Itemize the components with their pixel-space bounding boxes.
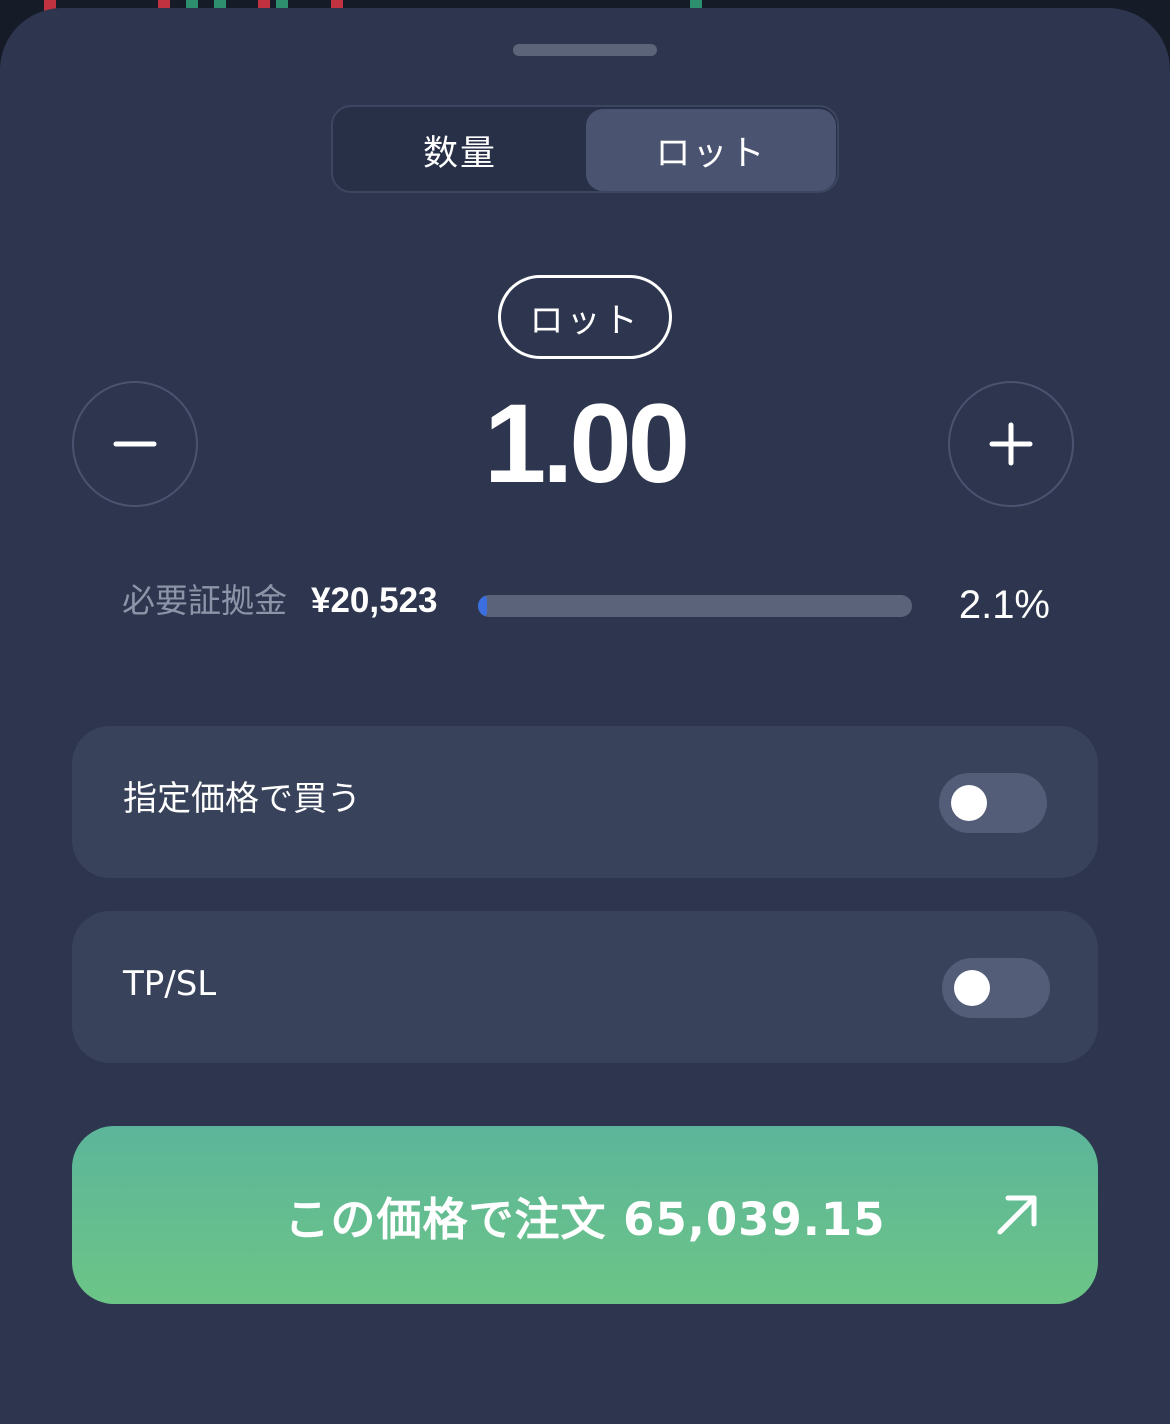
order-sheet: 数量 ロット ロット 1.00 必要証拠金 ¥20,523 2.1% 指定価格で… xyxy=(0,8,1170,1424)
place-order-button[interactable]: この価格で注文 65,039.15 xyxy=(72,1126,1098,1304)
required-margin-label: 必要証拠金 xyxy=(122,581,287,620)
unit-label-pill: ロット xyxy=(498,275,672,359)
tpsl-label: TP/SL xyxy=(123,964,217,1004)
toggle-knob xyxy=(951,785,987,821)
drag-handle[interactable] xyxy=(513,44,657,56)
margin-percent: 2.1% xyxy=(958,583,1050,627)
arrow-up-right-icon xyxy=(997,1195,1037,1235)
plus-icon xyxy=(989,422,1033,466)
tpsl-row: TP/SL xyxy=(72,911,1098,1063)
tab-quantity[interactable]: 数量 xyxy=(335,109,585,191)
minus-icon xyxy=(113,441,157,447)
margin-progress-fill xyxy=(478,595,488,617)
place-order-label: この価格で注文 65,039.15 xyxy=(284,1192,886,1246)
tpsl-toggle[interactable] xyxy=(942,958,1050,1018)
increment-button[interactable] xyxy=(948,381,1074,507)
limit-order-label: 指定価格で買う xyxy=(123,779,361,819)
required-margin-value: ¥20,523 xyxy=(311,581,438,620)
tab-lot[interactable]: ロット xyxy=(586,109,836,191)
limit-order-row: 指定価格で買う xyxy=(72,726,1098,878)
decrement-button[interactable] xyxy=(72,381,198,507)
candle-green xyxy=(214,0,226,8)
margin-progress-bar xyxy=(478,595,912,617)
amount-value[interactable]: 1.00 xyxy=(385,378,785,508)
unit-toggle: 数量 ロット xyxy=(331,105,839,193)
toggle-knob xyxy=(954,970,990,1006)
limit-order-toggle[interactable] xyxy=(939,773,1047,833)
